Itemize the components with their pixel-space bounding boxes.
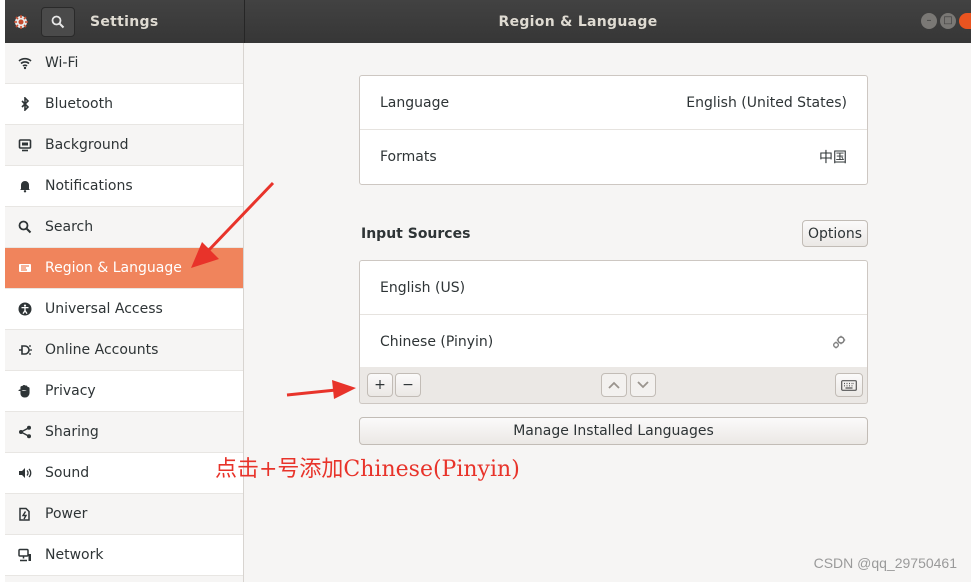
- add-input-source-button[interactable]: +: [367, 373, 393, 397]
- watermark: CSDN @qq_29750461: [813, 555, 957, 571]
- flag-icon: [17, 260, 33, 276]
- background-icon: [17, 137, 33, 153]
- chevron-up-icon: [608, 381, 620, 389]
- window-controls: – □: [921, 13, 971, 29]
- sidebar-item-sharing[interactable]: Sharing: [5, 412, 243, 453]
- sidebar-item-label: Region & Language: [45, 260, 182, 276]
- sidebar-item-privacy[interactable]: Privacy: [5, 371, 243, 412]
- annotation-text: 点击+号添加Chinese(Pinyin): [215, 457, 520, 482]
- formats-row[interactable]: Formats 中国: [360, 130, 867, 184]
- sidebar-item-region-language[interactable]: Region & Language: [5, 248, 243, 289]
- sidebar-item-wifi[interactable]: Wi-Fi: [5, 43, 243, 84]
- sidebar-item-label: Notifications: [45, 178, 133, 194]
- search-icon: [17, 219, 33, 235]
- input-source-label: English (US): [380, 279, 466, 296]
- language-label: Language: [380, 94, 450, 111]
- input-sources-list: English (US) Chinese (Pinyin): [359, 260, 868, 370]
- sidebar-item-sound[interactable]: Sound: [5, 453, 243, 494]
- formats-label: Formats: [380, 149, 437, 165]
- input-sources-title: Input Sources: [361, 226, 471, 242]
- sidebar-item-label: Bluetooth: [45, 96, 113, 112]
- input-source-row[interactable]: Chinese (Pinyin): [360, 315, 867, 369]
- region-language-panel: Language English (United States) Formats…: [244, 43, 971, 582]
- search-button[interactable]: [41, 6, 75, 37]
- sidebar-item-search[interactable]: Search: [5, 207, 243, 248]
- sidebar-item-label: Universal Access: [45, 301, 163, 317]
- keyboard-icon: [841, 379, 857, 391]
- minimize-button[interactable]: –: [921, 13, 937, 29]
- header-bar: Settings Region & Language – □: [5, 0, 971, 43]
- wifi-icon: [17, 55, 33, 71]
- bell-icon: [17, 178, 33, 194]
- sidebar-item-label: Sound: [45, 465, 90, 481]
- input-source-label: Chinese (Pinyin): [380, 334, 494, 350]
- sidebar-item-label: Search: [45, 219, 94, 235]
- header-left: Settings: [5, 0, 245, 43]
- app-title: Settings: [90, 13, 159, 30]
- accessibility-icon: [17, 301, 33, 317]
- language-formats-frame: Language English (United States) Formats…: [359, 75, 868, 185]
- power-icon: [17, 506, 33, 522]
- options-button[interactable]: Options: [802, 220, 868, 247]
- gears-icon[interactable]: [831, 334, 847, 350]
- language-value: English (United States): [686, 94, 847, 111]
- manage-installed-languages-button[interactable]: Manage Installed Languages: [359, 417, 868, 445]
- settings-app-icon: [11, 12, 31, 32]
- chevron-down-icon: [637, 381, 649, 389]
- close-button[interactable]: [959, 13, 971, 29]
- sidebar: Wi-Fi Bluetooth Background Notifications…: [5, 43, 244, 582]
- sidebar-item-universal-access[interactable]: Universal Access: [5, 289, 243, 330]
- input-source-row[interactable]: English (US): [360, 261, 867, 315]
- online-accounts-icon: [17, 342, 33, 358]
- formats-value: 中国: [819, 150, 847, 166]
- panel-title: Region & Language: [498, 13, 658, 30]
- share-icon: [17, 424, 33, 440]
- network-icon: [17, 547, 33, 563]
- sidebar-item-background[interactable]: Background: [5, 125, 243, 166]
- bluetooth-icon: [17, 96, 33, 112]
- sidebar-item-label: Online Accounts: [45, 342, 159, 358]
- input-sources-toolbar: + −: [359, 367, 868, 404]
- move-up-button[interactable]: [601, 373, 627, 397]
- sidebar-item-label: Privacy: [45, 383, 96, 399]
- sidebar-item-notifications[interactable]: Notifications: [5, 166, 243, 207]
- move-down-button[interactable]: [630, 373, 656, 397]
- sidebar-item-label: Background: [45, 137, 129, 153]
- search-icon: [51, 15, 65, 28]
- language-row[interactable]: Language English (United States): [360, 76, 867, 130]
- sidebar-item-network[interactable]: Network: [5, 535, 243, 576]
- sidebar-item-label: Network: [45, 547, 104, 563]
- sidebar-item-power[interactable]: Power: [5, 494, 243, 535]
- maximize-button[interactable]: □: [940, 13, 956, 29]
- sidebar-item-online-accounts[interactable]: Online Accounts: [5, 330, 243, 371]
- sidebar-item-label: Sharing: [45, 424, 99, 440]
- keyboard-layout-button[interactable]: [835, 373, 863, 397]
- hand-icon: [17, 383, 33, 399]
- remove-input-source-button[interactable]: −: [395, 373, 421, 397]
- speaker-icon: [17, 465, 33, 481]
- sidebar-item-label: Wi-Fi: [45, 55, 79, 71]
- sidebar-item-label: Power: [45, 506, 88, 522]
- sidebar-item-bluetooth[interactable]: Bluetooth: [5, 84, 243, 125]
